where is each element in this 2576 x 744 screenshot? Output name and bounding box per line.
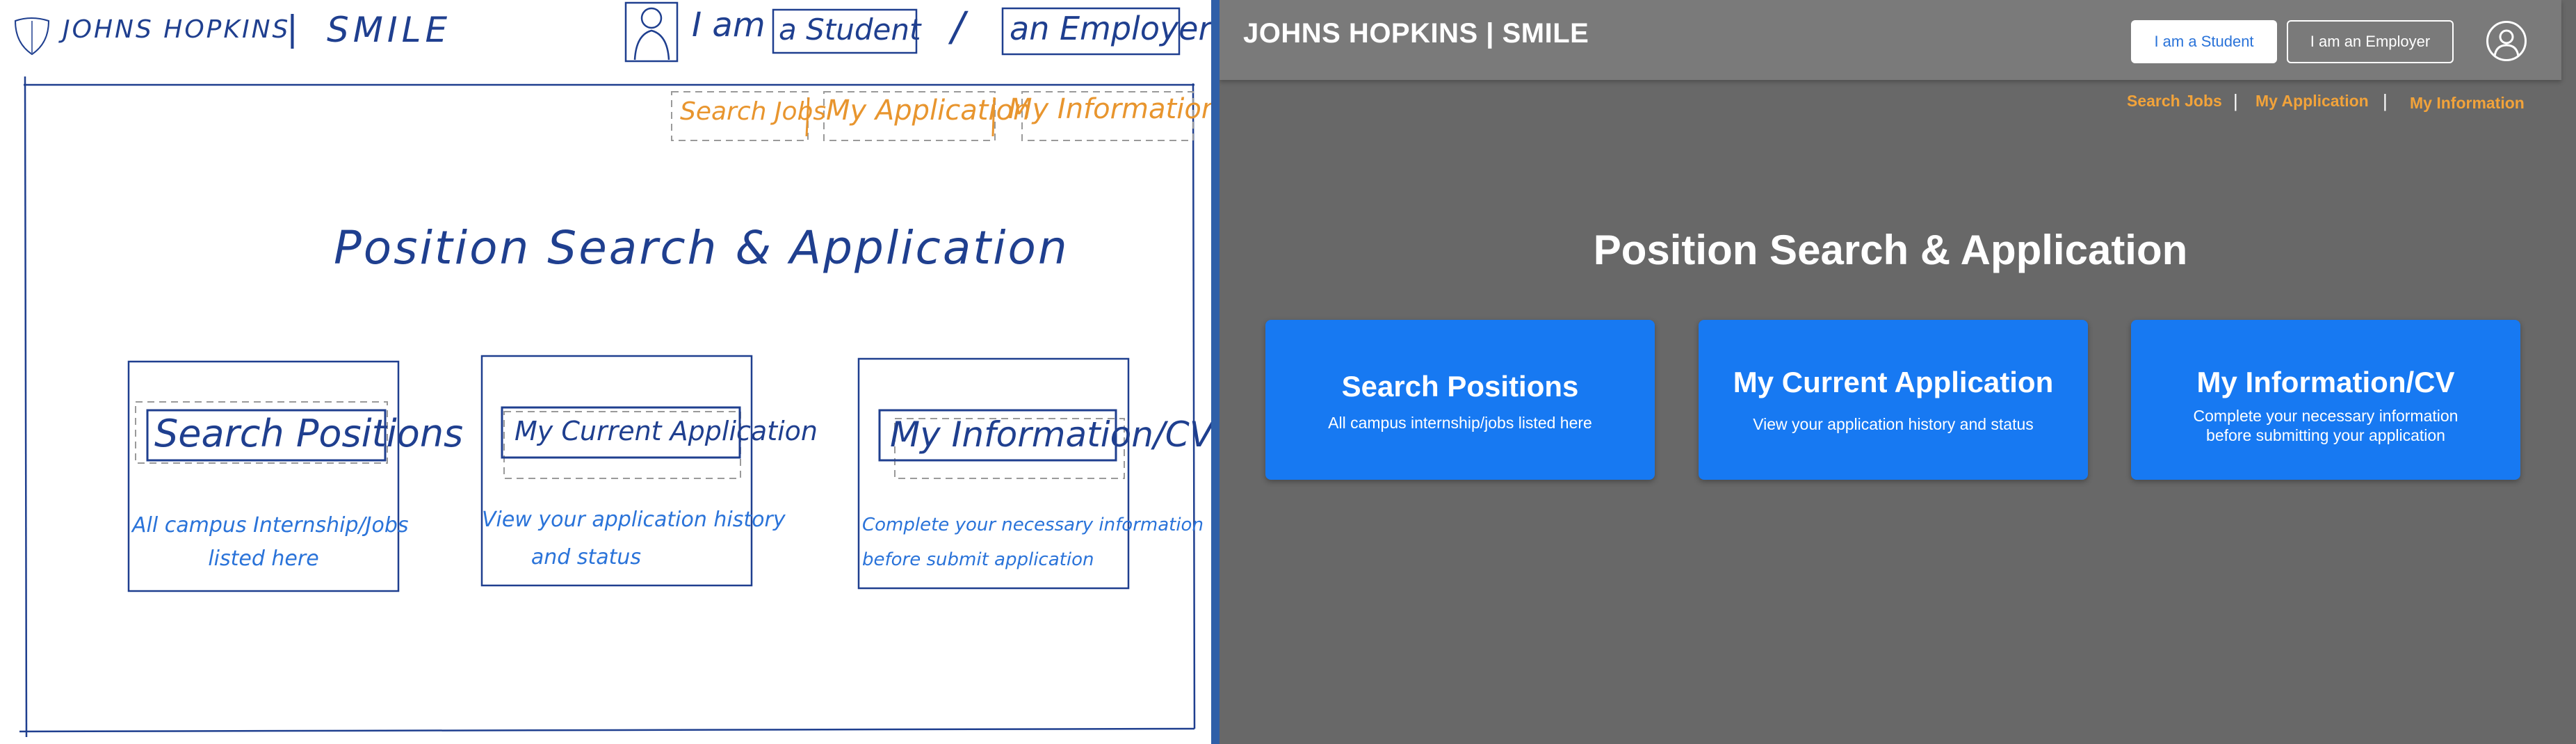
sketch-card-desc-search-2: listed here (208, 547, 319, 571)
employer-button[interactable]: I am an Employer (2287, 20, 2454, 63)
sketch-title: Position Search & Application (334, 221, 1069, 275)
student-button[interactable]: I am a Student (2131, 20, 2277, 63)
sketch-card-title-search[interactable]: Search Positions (154, 412, 463, 455)
sketch-card-desc-application-2: and status (530, 545, 642, 569)
card-title: My Current Application (1733, 366, 2054, 398)
sketch-slash: / (951, 3, 965, 50)
card-my-information[interactable]: My Information/CV Complete your necessar… (2131, 320, 2520, 480)
wireframe-sketch: JOHNS HOPKINS | SMILE I am a Student / a… (0, 0, 1211, 744)
nav-my-information[interactable]: My Information (2410, 94, 2525, 113)
nav-separator: | (2383, 90, 2388, 111)
sketch-card-desc-information-2: before submit application (862, 549, 1094, 570)
sketch-card-desc-search-1: All campus Internship/Jobs (132, 513, 409, 537)
nav-search-jobs[interactable]: Search Jobs (2127, 92, 2222, 111)
card-description: View your application history and status (1753, 415, 2034, 433)
nav-separator: | (2233, 90, 2238, 111)
hifi-mockup: JOHNS HOPKINS | SMILE I am a Student I a… (1220, 0, 2576, 744)
card-current-application[interactable]: My Current Application View your applica… (1699, 320, 2088, 480)
card-title: Search Positions (1341, 370, 1579, 403)
person-icon (624, 1, 679, 63)
sketch-card-title-application[interactable]: My Current Application (515, 416, 818, 446)
card-search-positions[interactable]: Search Positions All campus internship/j… (1265, 320, 1655, 480)
panel-divider (1211, 0, 1220, 744)
user-avatar-icon[interactable] (2486, 21, 2527, 61)
header-bar: JOHNS HOPKINS | SMILE I am a Student I a… (1220, 0, 2561, 80)
sketch-nav-my-information[interactable]: My Information (1008, 93, 1211, 125)
card-description: Complete your necessary information (2193, 407, 2458, 425)
sketch-student-button[interactable]: a Student (779, 13, 921, 47)
sketch-card-desc-application-1: View your application history (482, 508, 786, 532)
nav-my-application[interactable]: My Application (2255, 92, 2369, 111)
card-description: All campus internship/jobs listed here (1328, 414, 1592, 432)
card-description: before submitting your application (2206, 426, 2445, 444)
page-title: Position Search & Application (1593, 227, 2188, 273)
sketch-card-title-information[interactable]: My Information/CV (890, 414, 1211, 455)
sketch-nav-my-application[interactable]: My Application (826, 95, 1030, 127)
sketch-i-am: I am (692, 6, 765, 45)
sketch-employer-button[interactable]: an Employer (1010, 10, 1211, 47)
site-brand[interactable]: JOHNS HOPKINS | SMILE (1243, 18, 1589, 49)
sketch-nav-search-jobs[interactable]: Search Jobs (680, 97, 826, 126)
sketch-brand: JOHNS HOPKINS (63, 15, 291, 44)
sketch-brand-separator: | (286, 8, 298, 49)
card-title: My Information/CV (2196, 366, 2455, 398)
sketch-card-desc-information-1: Complete your necessary information (862, 515, 1204, 535)
sketch-brand-smile: SMILE (327, 10, 452, 50)
